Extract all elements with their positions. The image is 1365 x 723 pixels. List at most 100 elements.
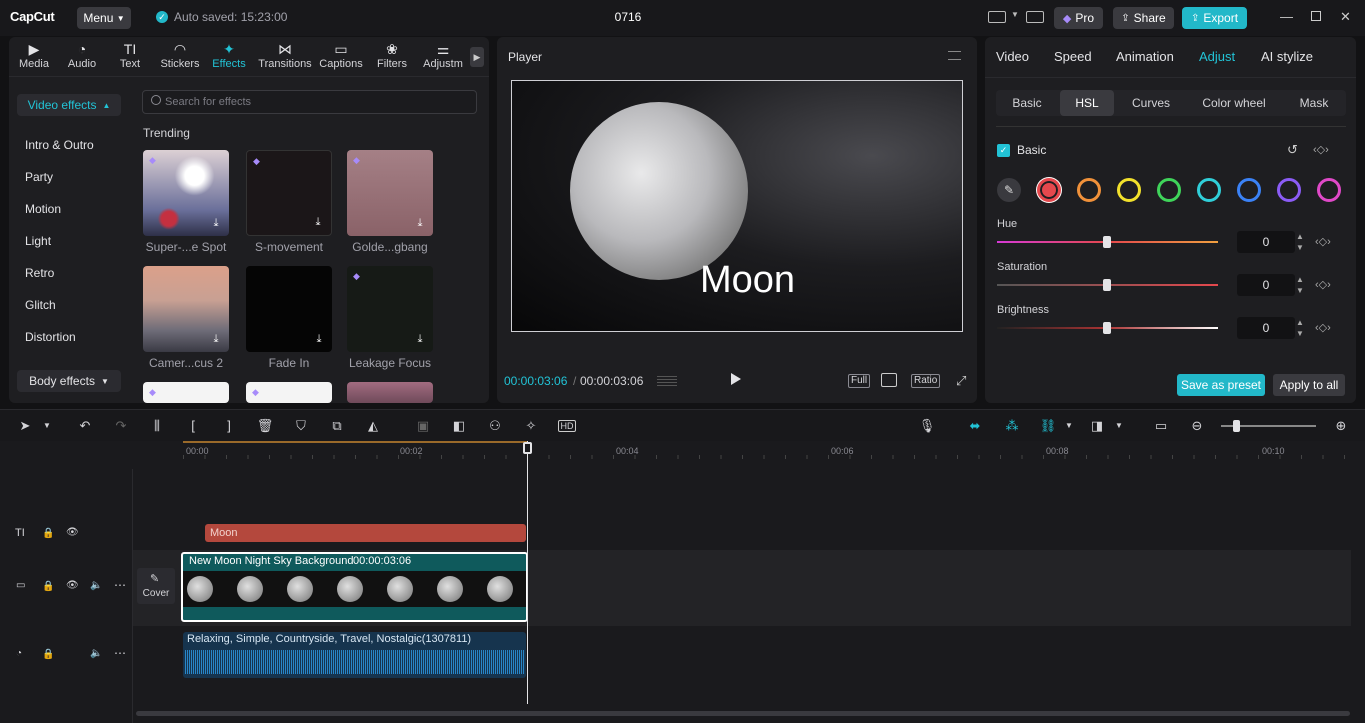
download-icon[interactable]: ⤓	[312, 332, 326, 346]
overlay-text[interactable]: Moon	[700, 259, 795, 302]
category-intro-outro[interactable]: Intro & Outro	[25, 138, 94, 152]
marker-icon[interactable]: ⛉	[292, 418, 310, 434]
effect-thumbnail[interactable]: ⤓	[143, 266, 229, 352]
lock-icon[interactable]: 🔒	[42, 581, 54, 592]
category-retro[interactable]: Retro	[25, 266, 54, 280]
hsl-purple-swatch[interactable]	[1277, 178, 1301, 202]
more-icon[interactable]: ⋯	[114, 578, 126, 592]
effect-thumbnail[interactable]	[347, 382, 433, 403]
speaker-icon[interactable]: 🔈	[90, 648, 102, 659]
fullscreen-icon[interactable]: ⤢	[956, 373, 966, 389]
saturation-value[interactable]: 0	[1237, 274, 1295, 296]
eye-icon[interactable]: 👁	[66, 527, 79, 538]
split-left-icon[interactable]: [	[184, 418, 202, 433]
mirror-icon[interactable]: ◧	[450, 418, 468, 434]
category-glitch[interactable]: Glitch	[25, 298, 56, 312]
microphone-icon[interactable]: 🎙	[918, 418, 936, 434]
speaker-icon[interactable]: 🔈	[90, 580, 102, 591]
delete-icon[interactable]: 🗑	[256, 418, 274, 434]
menu-button[interactable]: Menu ▼	[77, 7, 131, 29]
hue-stepper[interactable]: ▲ ▼	[1294, 231, 1306, 253]
tab-adjust[interactable]: Adjust	[1199, 49, 1235, 64]
select-tool-icon[interactable]: ➤	[16, 418, 34, 434]
category-motion[interactable]: Motion	[25, 202, 61, 216]
tab-effects[interactable]: ✦ Effects	[204, 41, 254, 75]
effect-thumbnail[interactable]: ◆	[143, 382, 229, 403]
eye-icon[interactable]: 👁	[66, 580, 79, 591]
auto-snap-icon[interactable]: ⁂	[1003, 418, 1021, 434]
text-clip[interactable]: Moon	[205, 524, 526, 542]
search-input[interactable]: Search for effects	[142, 90, 477, 114]
keyframe-icon[interactable]: ‹◇›	[1315, 235, 1331, 248]
apply-to-all-button[interactable]: Apply to all	[1273, 374, 1345, 396]
playhead-handle[interactable]	[523, 442, 532, 454]
brightness-slider-knob[interactable]	[1103, 322, 1111, 334]
zoom-slider-knob[interactable]	[1233, 420, 1240, 432]
video-preview[interactable]: Moon	[511, 80, 963, 332]
more-icon[interactable]: ⋯	[114, 646, 126, 660]
brightness-value[interactable]: 0	[1237, 317, 1295, 339]
keyframe-nav[interactable]: ‹◇›	[1313, 143, 1329, 156]
close-icon[interactable]: ✕	[1340, 9, 1351, 25]
subtab-mask[interactable]: Mask	[1284, 90, 1344, 116]
speed-icon[interactable]: ◭	[364, 418, 382, 434]
download-icon[interactable]: ⤓	[311, 215, 325, 229]
split-icon[interactable]: ⫼	[148, 418, 166, 434]
undo-icon[interactable]: ↶	[76, 418, 94, 434]
category-distortion[interactable]: Distortion	[25, 330, 76, 344]
keyboard-icon[interactable]	[1026, 11, 1044, 23]
minimize-icon[interactable]: —	[1280, 9, 1293, 24]
pro-button[interactable]: ◆ Pro	[1054, 7, 1103, 29]
tab-transitions[interactable]: ⋈ Transitions	[257, 41, 313, 75]
zoom-out-icon[interactable]: ⊖	[1188, 418, 1206, 434]
save-preset-button[interactable]: Save as preset	[1177, 374, 1265, 396]
subtab-hsl[interactable]: HSL	[1060, 90, 1114, 116]
tab-video[interactable]: Video	[996, 49, 1029, 64]
zoom-fit-icon[interactable]	[881, 373, 897, 387]
download-icon[interactable]: ⤓	[413, 216, 427, 230]
keyframe-icon[interactable]: ‹◇›	[1315, 321, 1331, 334]
restore-icon[interactable]	[1311, 11, 1321, 21]
linkage-icon[interactable]: ⛓	[1039, 418, 1057, 434]
project-title[interactable]: 0716	[600, 10, 656, 24]
hue-slider-knob[interactable]	[1103, 236, 1111, 248]
main-track-magnet-icon[interactable]: ⬌	[966, 418, 984, 434]
hsl-red-swatch[interactable]	[1037, 178, 1061, 202]
chevron-down-icon[interactable]: ▼	[1011, 10, 1019, 19]
chevron-down-icon[interactable]: ▼	[1110, 421, 1128, 430]
magic-icon[interactable]: ✧	[522, 418, 540, 434]
redo-icon[interactable]: ↷	[112, 418, 130, 434]
horizontal-scrollbar[interactable]	[136, 711, 1350, 716]
tab-stickers[interactable]: ◠ Stickers	[155, 41, 205, 75]
video-clip[interactable]: New Moon Night Sky Background 00:00:03:0…	[181, 552, 528, 622]
download-icon[interactable]: ⤓	[209, 216, 223, 230]
tab-captions[interactable]: ▭ Captions	[315, 41, 367, 75]
hsl-yellow-swatch[interactable]	[1117, 178, 1141, 202]
saturation-stepper[interactable]: ▲ ▼	[1294, 274, 1306, 296]
hamburger-icon[interactable]	[948, 51, 961, 60]
video-effects-button[interactable]: Video effects ▲	[17, 94, 121, 116]
subtab-basic[interactable]: Basic	[996, 90, 1058, 116]
tab-adjustment[interactable]: ⚌ Adjustm	[419, 41, 467, 75]
lock-icon[interactable]: 🔒	[42, 528, 54, 539]
export-button[interactable]: ⇪ Export	[1182, 7, 1247, 29]
tab-speed[interactable]: Speed	[1054, 49, 1092, 64]
hsl-magenta-swatch[interactable]	[1317, 178, 1341, 202]
effect-thumbnail[interactable]: ◆ ⤓	[347, 266, 433, 352]
effect-thumbnail[interactable]: ⤓	[246, 266, 332, 352]
tab-text[interactable]: TI Text	[105, 41, 155, 75]
keyframe-icon[interactable]: ‹◇›	[1315, 278, 1331, 291]
hsl-blue-swatch[interactable]	[1237, 178, 1261, 202]
auto-cutout-icon[interactable]: ⚇	[486, 418, 504, 434]
freeze-icon[interactable]: ▣	[414, 418, 432, 434]
chevron-down-icon[interactable]: ▼	[38, 421, 56, 430]
tab-media[interactable]: ▶ Media	[9, 41, 59, 75]
tab-filters[interactable]: ❀ Filters	[367, 41, 417, 75]
share-button[interactable]: ⇪ Share	[1113, 7, 1174, 29]
audio-clip[interactable]: Relaxing, Simple, Countryside, Travel, N…	[183, 632, 526, 678]
eyedropper-icon[interactable]: ✎	[997, 178, 1021, 202]
effect-thumbnail[interactable]: ◆ ⤓	[143, 150, 229, 236]
lock-icon[interactable]: 🔒	[42, 649, 54, 660]
reset-icon[interactable]: ↺	[1287, 142, 1298, 158]
effect-thumbnail[interactable]: ◆ ⤓	[246, 150, 332, 236]
